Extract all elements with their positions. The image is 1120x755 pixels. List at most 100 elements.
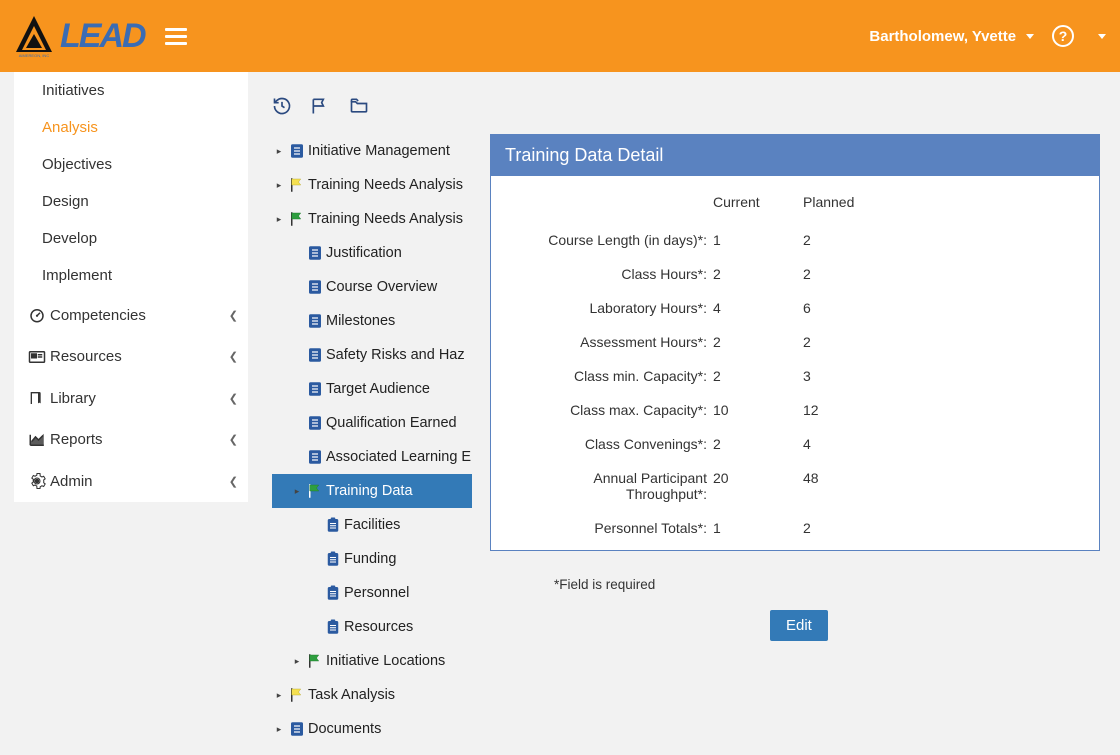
tree-node[interactable]: Safety Risks and Haz bbox=[272, 338, 472, 372]
panel-footer: *Field is required Edit bbox=[490, 551, 1100, 641]
tree-node[interactable]: Facilities bbox=[272, 508, 472, 542]
sidebar-item-initiatives[interactable]: Initiatives bbox=[14, 72, 248, 109]
brand-logo-icon: AIMEREON, INC bbox=[14, 16, 54, 56]
field-planned: 2 bbox=[803, 260, 893, 288]
help-icon[interactable]: ? bbox=[1052, 25, 1074, 47]
col-header-planned: Planned bbox=[803, 190, 893, 220]
brand-company-sub: AIMEREON, INC bbox=[19, 53, 50, 58]
tree-node-label: Initiative Locations bbox=[326, 653, 445, 669]
tree-node[interactable]: ▸Documents bbox=[272, 712, 472, 746]
clip-icon bbox=[322, 516, 344, 534]
field-current: 4 bbox=[713, 294, 803, 322]
sidebar-item-design[interactable]: Design bbox=[14, 183, 248, 220]
flag-g-icon bbox=[304, 652, 326, 670]
tree-node[interactable]: Resources bbox=[272, 610, 472, 644]
field-current: 10 bbox=[713, 396, 803, 424]
doc-icon bbox=[304, 312, 326, 330]
tree-node-label: Milestones bbox=[326, 313, 395, 329]
doc-icon bbox=[286, 720, 308, 738]
tree-node[interactable]: Course Overview bbox=[272, 270, 472, 304]
tree-node[interactable]: ▸ Training Data bbox=[272, 474, 472, 508]
expand-arrow-icon: ▸ bbox=[290, 486, 304, 497]
field-planned: 2 bbox=[803, 514, 893, 542]
sidebar-section-label: Admin bbox=[50, 473, 93, 490]
tree-node-label: Task Analysis bbox=[308, 687, 395, 703]
tree-node[interactable]: Personnel bbox=[272, 576, 472, 610]
field-planned: 6 bbox=[803, 294, 893, 322]
field-label: Class Hours*: bbox=[513, 260, 713, 288]
tree-node[interactable]: Target Audience bbox=[272, 372, 472, 406]
user-menu[interactable]: Bartholomew, Yvette bbox=[869, 28, 1034, 45]
tree-node-label: Training Needs Analysis bbox=[308, 177, 463, 193]
sidebar-section-resources[interactable]: Resources❮ bbox=[14, 336, 248, 377]
field-label: Assessment Hours*: bbox=[513, 328, 713, 356]
tree-node[interactable]: ▸Training Needs Analysis bbox=[272, 168, 472, 202]
doc-icon bbox=[304, 244, 326, 262]
gear-icon bbox=[28, 472, 50, 490]
chart-icon bbox=[28, 432, 50, 448]
tree-node-label: Target Audience bbox=[326, 381, 430, 397]
tree-node[interactable]: Milestones bbox=[272, 304, 472, 338]
sidebar-section-reports[interactable]: Reports❮ bbox=[14, 419, 248, 460]
sidebar-section-competencies[interactable]: Competencies❮ bbox=[14, 294, 248, 336]
edit-button[interactable]: Edit bbox=[770, 610, 828, 641]
field-label: Class min. Capacity*: bbox=[513, 362, 713, 390]
tree-node-label: Documents bbox=[308, 721, 381, 737]
field-label: Course Length (in days)*: bbox=[513, 226, 713, 254]
book-icon bbox=[28, 389, 50, 407]
expand-arrow-icon: ▸ bbox=[272, 690, 286, 701]
tree-node-label: Training Data bbox=[326, 483, 413, 499]
history-icon[interactable] bbox=[272, 96, 292, 116]
tree-node[interactable]: Associated Learning E bbox=[272, 440, 472, 474]
doc-icon bbox=[304, 414, 326, 432]
tree-node[interactable]: ▸ Task Analysis bbox=[272, 678, 472, 712]
clip-icon bbox=[322, 550, 344, 568]
caret-down-icon bbox=[1026, 34, 1034, 39]
tree-node-label: Resources bbox=[344, 619, 413, 635]
tree-node[interactable]: Funding bbox=[272, 542, 472, 576]
flag-icon[interactable] bbox=[310, 96, 330, 116]
tree-node-label: Safety Risks and Haz bbox=[326, 347, 465, 363]
tree-node[interactable]: ▸Training Needs Analysis bbox=[272, 202, 472, 236]
flag-g-icon bbox=[286, 210, 308, 228]
nav-tree: ▸Initiative Management▸Training Needs An… bbox=[272, 134, 472, 746]
tree-node[interactable]: ▸Initiative Management bbox=[272, 134, 472, 168]
panel-body: CurrentPlanned Course Length (in days)*: 1… bbox=[491, 176, 1099, 550]
sidebar-panel: InitiativesAnalysisObjectivesDesignDevel… bbox=[14, 72, 248, 502]
field-planned: 2 bbox=[803, 328, 893, 356]
field-label: Class max. Capacity*: bbox=[513, 396, 713, 424]
sidebar-item-implement[interactable]: Implement bbox=[14, 257, 248, 294]
detail-column: Training Data Detail CurrentPlannedCours… bbox=[490, 134, 1100, 746]
tree-node-label: Facilities bbox=[344, 517, 400, 533]
flag-y-icon bbox=[286, 176, 308, 194]
clip-icon bbox=[322, 584, 344, 602]
col-header-current: Current bbox=[713, 190, 803, 220]
folder-icon[interactable] bbox=[348, 96, 370, 116]
field-planned: 2 bbox=[803, 226, 893, 254]
chevron-left-icon: ❮ bbox=[229, 433, 238, 446]
sidebar-item-analysis[interactable]: Analysis bbox=[14, 109, 248, 146]
header-right: Bartholomew, Yvette ? bbox=[869, 25, 1106, 47]
doc-icon bbox=[304, 346, 326, 364]
tree-node-label: Justification bbox=[326, 245, 402, 261]
expand-arrow-icon: ▸ bbox=[290, 656, 304, 667]
field-planned: 3 bbox=[803, 362, 893, 390]
tree-node[interactable]: Qualification Earned bbox=[272, 406, 472, 440]
app-header: AIMEREON, INC LEAD Bartholomew, Yvette ? bbox=[0, 0, 1120, 72]
field-current: 2 bbox=[713, 328, 803, 356]
menu-toggle-icon[interactable] bbox=[165, 24, 187, 49]
sidebar-section-label: Competencies bbox=[50, 307, 146, 324]
sidebar-item-develop[interactable]: Develop bbox=[14, 220, 248, 257]
tree-node-label: Personnel bbox=[344, 585, 409, 601]
brand-block: AIMEREON, INC LEAD bbox=[14, 16, 145, 56]
tree-node[interactable]: Justification bbox=[272, 236, 472, 270]
tree-node[interactable]: ▸ Initiative Locations bbox=[272, 644, 472, 678]
sidebar-item-objectives[interactable]: Objectives bbox=[14, 146, 248, 183]
doc-icon bbox=[304, 278, 326, 296]
field-current: 2 bbox=[713, 362, 803, 390]
clip-icon bbox=[322, 618, 344, 636]
chevron-left-icon: ❮ bbox=[229, 350, 238, 363]
sidebar-section-library[interactable]: Library❮ bbox=[14, 377, 248, 419]
sidebar-section-admin[interactable]: Admin❮ bbox=[14, 460, 248, 502]
tree-node-label: Associated Learning E bbox=[326, 449, 471, 465]
